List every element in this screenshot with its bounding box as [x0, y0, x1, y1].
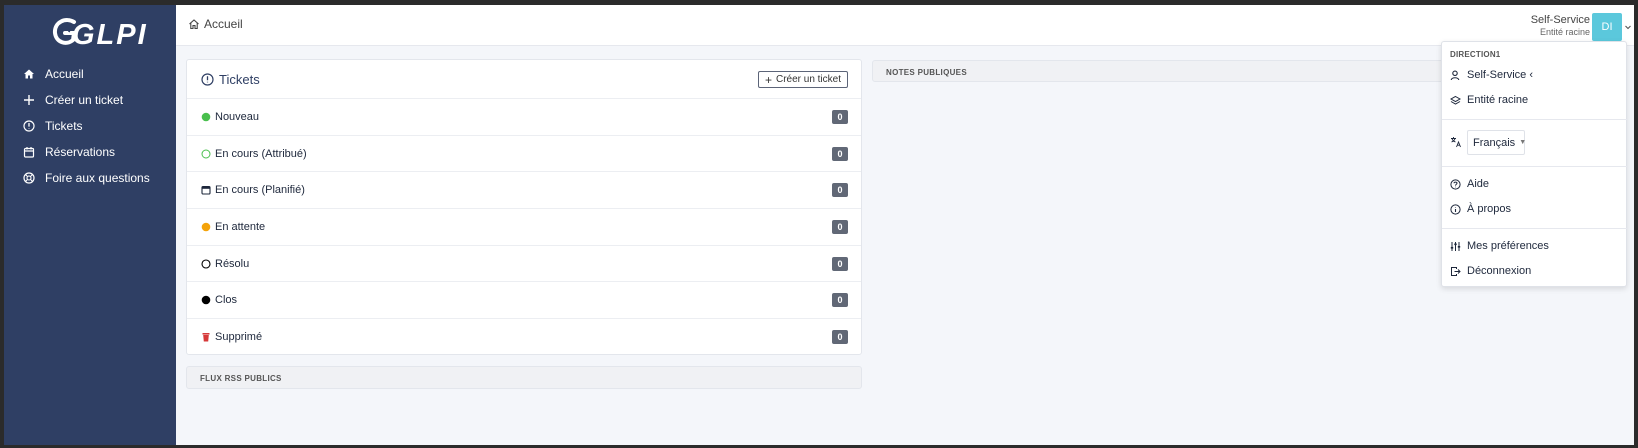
status-row-supprime[interactable]: Supprimé 0 — [187, 319, 861, 356]
preferences-label: Mes préférences — [1467, 240, 1549, 252]
status-count-badge: 0 — [832, 146, 848, 161]
status-row-en-cours-attribue[interactable]: En cours (Attribué) 0 — [187, 136, 861, 173]
sidebar-nav: Accueil Créer un ticket Tickets Réservat… — [4, 61, 176, 191]
help-globe-icon — [22, 171, 36, 185]
status-label: En cours (Attribué) — [215, 147, 307, 160]
trash-icon — [201, 332, 211, 342]
sidebar-item-tickets[interactable]: Tickets — [4, 113, 176, 139]
sidebar-item-label: Tickets — [45, 119, 83, 133]
home-icon — [189, 19, 199, 30]
status-label: Résolu — [215, 257, 250, 270]
language-value: Français — [1473, 136, 1516, 149]
status-row-resolu[interactable]: Résolu 0 — [187, 246, 861, 283]
tickets-title[interactable]: Tickets — [201, 72, 260, 87]
sidebar-item-label: Réservations — [45, 145, 116, 159]
status-label: Clos — [215, 294, 238, 307]
logo-text: GLPI — [72, 19, 148, 51]
current-entity: Entité racine — [1539, 27, 1590, 37]
user-dropdown-menu: DIRECTION1 Self-Service ‹ Entité racine … — [1441, 41, 1628, 287]
user-switch-icon — [1450, 70, 1460, 80]
status-label: En attente — [215, 220, 266, 233]
divider — [1442, 228, 1628, 229]
status-label: Nouveau — [215, 110, 260, 123]
sidebar-item-creer-ticket[interactable]: Créer un ticket — [4, 87, 176, 113]
sliders-icon — [1450, 241, 1461, 251]
sidebar: GLPI Accueil Créer un ticket Tickets Rés… — [4, 5, 176, 445]
status-count-badge: 0 — [832, 293, 848, 308]
status-label: Supprimé — [215, 331, 263, 344]
status-row-clos[interactable]: Clos 0 — [187, 282, 861, 320]
user-menu-toggle[interactable]: Self-Service Entité racine — [1531, 14, 1590, 37]
profile-selector-label: Self-Service ‹ — [1467, 69, 1534, 81]
logout-label: Déconnexion — [1467, 265, 1532, 277]
status-count-badge: 0 — [832, 330, 848, 345]
sidebar-item-label: Créer un ticket — [45, 93, 124, 107]
status-count-badge: 0 — [832, 110, 848, 124]
sidebar-item-label: Foire aux questions — [45, 171, 150, 185]
plus-icon: + — [764, 72, 772, 87]
profile-selector[interactable]: Self-Service ‹ — [1450, 69, 1533, 81]
status-row-en-attente[interactable]: En attente 0 — [187, 209, 861, 246]
assigned-circle-icon — [201, 149, 211, 159]
sidebar-item-label: Accueil — [45, 67, 84, 81]
home-icon — [22, 67, 36, 81]
breadcrumb[interactable]: Accueil — [188, 17, 243, 31]
help-label: Aide — [1467, 178, 1490, 190]
solved-circle-icon — [201, 259, 211, 269]
app-window: GLPI Accueil Créer un ticket Tickets Rés… — [4, 5, 1634, 445]
status-row-nouveau[interactable]: Nouveau 0 — [187, 99, 861, 136]
help-link[interactable]: Aide — [1450, 178, 1489, 190]
avatar[interactable]: DI — [1592, 13, 1622, 41]
status-count-badge: 0 — [832, 220, 848, 235]
alert-circle-icon — [201, 72, 214, 86]
dropdown-header: DIRECTION1 — [1450, 50, 1501, 59]
calendar-icon — [22, 145, 36, 159]
status-count-badge: 0 — [832, 183, 848, 198]
panel-title: FLUX RSS PUBLICS — [200, 374, 282, 383]
top-header: Accueil Self-Service Entité racine DI — [176, 5, 1634, 46]
entity-selector[interactable]: Entité racine — [1450, 94, 1528, 106]
waiting-dot-icon — [201, 222, 211, 232]
status-count-badge: 0 — [832, 256, 848, 271]
tickets-card-header: Tickets + Créer un ticket — [187, 60, 861, 99]
help-circle-icon — [1450, 178, 1461, 190]
create-ticket-button[interactable]: + Créer un ticket — [757, 71, 848, 88]
sidebar-item-accueil[interactable]: Accueil — [4, 61, 176, 87]
create-ticket-label: Créer un ticket — [775, 74, 841, 85]
language-icon — [1451, 137, 1461, 148]
public-rss-panel[interactable]: FLUX RSS PUBLICS — [186, 366, 862, 389]
divider — [1442, 166, 1628, 167]
logout-icon — [1451, 266, 1461, 276]
chevron-down-icon[interactable] — [1624, 23, 1632, 31]
sidebar-item-faq[interactable]: Foire aux questions — [4, 165, 176, 191]
panel-title: NOTES PUBLIQUES — [886, 68, 967, 77]
status-label: En cours (Planifié) — [215, 184, 305, 197]
alert-circle-icon — [22, 119, 36, 133]
info-circle-icon — [1450, 203, 1461, 215]
preferences-link[interactable]: Mes préférences — [1450, 240, 1549, 252]
tickets-title-label: Tickets — [219, 71, 260, 87]
plus-icon — [22, 93, 36, 107]
planned-calendar-icon — [201, 185, 211, 195]
logout-link[interactable]: Déconnexion — [1450, 265, 1531, 277]
sidebar-item-reservations[interactable]: Réservations — [4, 139, 176, 165]
about-link[interactable]: À propos — [1450, 203, 1511, 215]
about-label: À propos — [1467, 203, 1512, 215]
divider — [1442, 119, 1628, 120]
tickets-card: Tickets + Créer un ticket Nouveau 0 En c… — [186, 59, 862, 355]
entity-selector-label: Entité racine — [1467, 94, 1529, 106]
layers-icon — [1450, 95, 1461, 105]
public-notes-panel[interactable]: NOTES PUBLIQUES — [872, 60, 1444, 82]
new-dot-icon — [201, 112, 211, 122]
current-profile: Self-Service — [1530, 14, 1590, 26]
language-select[interactable]: Français ▼ — [1467, 130, 1527, 155]
breadcrumb-label: Accueil — [204, 17, 243, 31]
caret-down-icon: ▼ — [1519, 139, 1527, 146]
glpi-logo[interactable]: GLPI — [52, 15, 146, 51]
status-row-en-cours-planifie[interactable]: En cours (Planifié) 0 — [187, 172, 861, 210]
closed-dot-icon — [201, 295, 211, 305]
